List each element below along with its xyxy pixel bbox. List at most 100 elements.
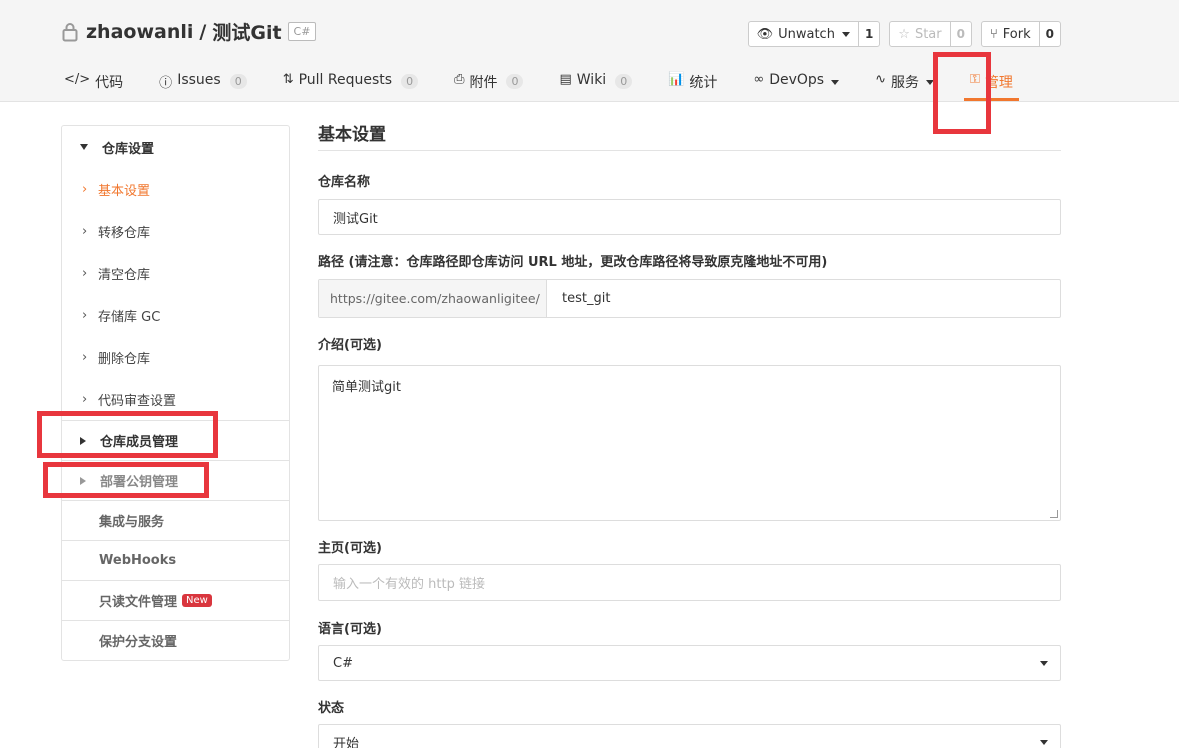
chevron-down-icon xyxy=(831,80,840,85)
code-icon: </> xyxy=(64,72,91,87)
fork-button[interactable]: ⑂ Fork xyxy=(982,22,1039,46)
sidebar-item-label: 清空仓库 xyxy=(98,267,151,283)
repo-name-link[interactable]: 测试Git xyxy=(212,18,281,45)
new-badge: New xyxy=(182,594,212,607)
repo-language-badge: C# xyxy=(287,22,317,41)
tab-count: 0 xyxy=(615,74,633,89)
sidebar-item-label: 只读文件管理 xyxy=(99,595,178,610)
sidebar-item-readonly-files[interactable]: 只读文件管理 New xyxy=(62,580,289,620)
fork-button-group: ⑂ Fork 0 xyxy=(980,21,1061,47)
chevron-right-icon: › xyxy=(82,181,88,197)
chevron-right-icon: › xyxy=(82,265,88,281)
repo-actions: 👁 Unwatch 1 ☆ Star 0 ⑂ Fork 0 xyxy=(747,21,1061,47)
sidebar-item-label: 转移仓库 xyxy=(98,225,151,241)
tab-count: 0 xyxy=(506,74,524,89)
infinity-icon: ∞ xyxy=(753,72,765,87)
path-input[interactable]: test_git xyxy=(547,280,610,317)
fork-count[interactable]: 0 xyxy=(1038,22,1060,46)
intro-textarea[interactable]: 简单测试git xyxy=(318,365,1061,521)
tab-count: 0 xyxy=(401,74,419,89)
bar-chart-icon: 📊 xyxy=(668,72,685,87)
tab-statistics[interactable]: 📊 统计 xyxy=(668,70,717,102)
star-button[interactable]: ☆ Star xyxy=(890,22,949,46)
resize-handle-icon[interactable] xyxy=(1050,510,1058,518)
chevron-right-icon: › xyxy=(82,307,88,323)
settings-sidebar: 仓库设置 › 基本设置 › 转移仓库 › 清空仓库 › 存储库 GC › 删除仓… xyxy=(61,125,290,661)
chevron-down-icon xyxy=(841,31,850,37)
homepage-label: 主页(可选) xyxy=(318,541,382,556)
pull-request-icon: ⇅ xyxy=(282,72,294,87)
status-label: 状态 xyxy=(318,701,345,716)
language-label: 语言(可选) xyxy=(318,622,382,637)
homepage-input[interactable]: 输入一个有效的 http 链接 xyxy=(318,564,1061,601)
repo-title: zhaowanli / 测试Git C# xyxy=(62,18,317,45)
chevron-down-icon xyxy=(1040,740,1048,745)
sidebar-group-repo-settings[interactable]: 仓库设置 xyxy=(62,126,289,168)
sidebar-item-label: 删除仓库 xyxy=(98,351,151,367)
sidebar-item-webhooks[interactable]: WebHooks xyxy=(62,540,289,580)
sidebar-item-protected-branches[interactable]: 保护分支设置 xyxy=(62,620,289,660)
repo-name-label: 仓库名称 xyxy=(318,175,371,190)
star-button-group: ☆ Star 0 xyxy=(889,21,972,47)
sidebar-item-clear-repo[interactable]: › 清空仓库 xyxy=(62,252,289,294)
chevron-right-icon: › xyxy=(82,223,88,239)
status-value: 开始 xyxy=(333,736,360,748)
sidebar-item-label: 代码审查设置 xyxy=(98,393,177,409)
tab-label: DevOps xyxy=(769,72,825,88)
intro-text: 简单测试git xyxy=(332,380,401,395)
sidebar-item-delete-repo[interactable]: › 删除仓库 xyxy=(62,336,289,378)
highlight-box-members xyxy=(37,411,218,458)
tab-count: 0 xyxy=(229,74,247,89)
sidebar-item-repo-gc[interactable]: › 存储库 GC xyxy=(62,294,289,336)
chevron-right-icon: › xyxy=(82,349,88,365)
sidebar-item-transfer-repo[interactable]: › 转移仓库 xyxy=(62,210,289,252)
star-label: Star xyxy=(914,26,942,42)
star-count[interactable]: 0 xyxy=(949,22,971,46)
path-prefix: https://gitee.com/zhaowanligitee/ xyxy=(319,280,547,317)
status-select[interactable]: 开始 xyxy=(318,724,1061,748)
tab-issues[interactable]: ⓘ Issues 0 xyxy=(159,70,247,102)
language-select[interactable]: C# xyxy=(318,645,1061,681)
sidebar-item-basic-settings[interactable]: › 基本设置 xyxy=(62,168,289,210)
tab-label: 附件 xyxy=(469,75,498,91)
sidebar-item-label: 存储库 GC xyxy=(98,309,161,325)
tab-label: 统计 xyxy=(689,75,718,91)
tab-label: 代码 xyxy=(95,75,124,91)
fork-label: Fork xyxy=(1002,26,1031,42)
highlight-box-deploy-keys xyxy=(43,462,209,498)
sidebar-item-label: 集成与服务 xyxy=(99,515,165,530)
watch-button[interactable]: 👁 Unwatch xyxy=(749,22,858,46)
tab-code[interactable]: </> 代码 xyxy=(64,70,123,102)
tab-attachments[interactable]: ⎙ 附件 0 xyxy=(454,70,524,102)
watch-label: Unwatch xyxy=(778,26,835,42)
repo-tabs: </> 代码 ⓘ Issues 0 ⇅ Pull Requests 0 ⎙ 附件… xyxy=(64,70,1049,102)
repo-separator: / xyxy=(199,20,207,43)
sidebar-item-label: 基本设置 xyxy=(98,183,151,199)
sidebar-group-label: 仓库设置 xyxy=(102,141,155,157)
watch-count[interactable]: 1 xyxy=(857,22,879,46)
issue-icon: ⓘ xyxy=(159,76,173,91)
repo-owner-link[interactable]: zhaowanli xyxy=(86,21,193,43)
eye-icon: 👁 xyxy=(756,26,774,42)
chevron-right-icon: › xyxy=(82,391,88,407)
path-input-group: https://gitee.com/zhaowanligitee/ test_g… xyxy=(318,279,1061,318)
tab-label: Issues xyxy=(177,72,221,88)
highlight-box-manage-tab xyxy=(933,52,991,134)
language-value: C# xyxy=(333,655,353,671)
sidebar-item-integrations[interactable]: 集成与服务 xyxy=(62,500,289,540)
fork-icon: ⑂ xyxy=(989,26,998,42)
pulse-icon: ∿ xyxy=(875,72,887,87)
chevron-down-icon xyxy=(1040,661,1048,666)
tab-services[interactable]: ∿ 服务 xyxy=(875,70,935,102)
tab-label: 服务 xyxy=(891,75,920,91)
intro-label: 介绍(可选) xyxy=(318,338,382,353)
tab-label: Wiki xyxy=(576,72,607,88)
tab-devops[interactable]: ∞ DevOps xyxy=(753,70,840,102)
tab-wiki[interactable]: ▤ Wiki 0 xyxy=(559,70,633,102)
star-icon: ☆ xyxy=(898,26,910,42)
repo-name-input[interactable]: 测试Git xyxy=(318,199,1061,235)
triangle-down-icon xyxy=(80,144,88,150)
tab-pull-requests[interactable]: ⇅ Pull Requests 0 xyxy=(282,70,419,102)
lock-icon xyxy=(62,22,78,41)
path-label: 路径 (请注意：仓库路径即仓库访问 URL 地址，更改仓库路径将导致原克隆地址不… xyxy=(318,255,828,270)
